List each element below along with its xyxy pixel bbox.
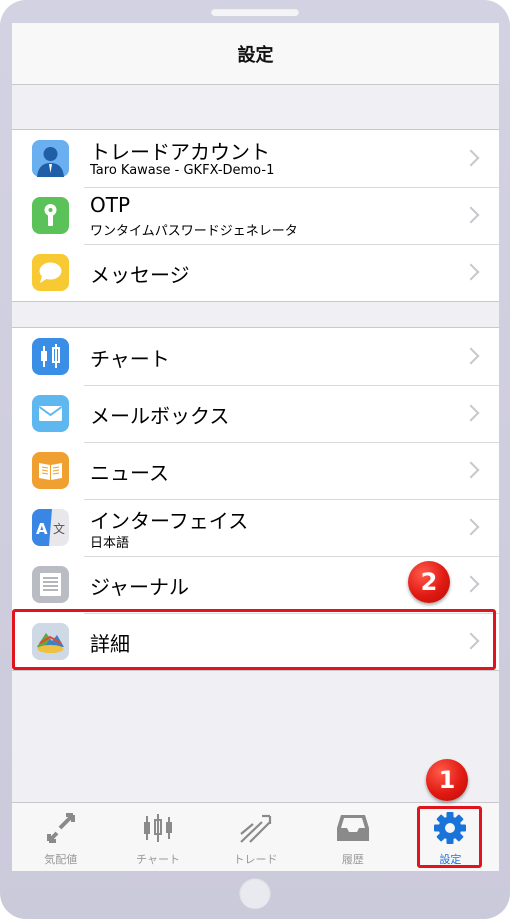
row-label: インターフェイス: [90, 509, 249, 533]
svg-text:A: A: [36, 520, 48, 538]
highlight-box-settings-tab: [417, 806, 482, 868]
tab-chart[interactable]: チャート: [109, 803, 206, 871]
device-home-button[interactable]: [239, 877, 271, 909]
chevron-right-icon: [462, 149, 480, 167]
tab-label: 履歴: [341, 853, 364, 866]
row-sublabel: ワンタイムパスワードジェネレータ: [90, 224, 298, 239]
page-title: 設定: [237, 44, 274, 66]
settings-row-interface[interactable]: A文 インターフェイス 日本語: [12, 499, 499, 556]
tab-history[interactable]: 履歴: [304, 803, 401, 871]
row-label: OTP: [90, 193, 131, 217]
chevron-right-icon: [462, 575, 480, 593]
settings-row-trade-account[interactable]: トレードアカウント Taro Kawase - GKFX-Demo-1: [12, 130, 499, 187]
tab-label: チャート: [136, 853, 181, 866]
row-sublabel: 日本語: [90, 536, 130, 551]
trade-arrows-icon: [239, 814, 271, 843]
chart-candles-icon: [144, 814, 173, 842]
message-bubble-icon: [32, 254, 69, 291]
app-screen: 設定 トレードアカウント Taro Kawase - GKFX-Demo-1 O…: [12, 23, 499, 871]
nav-bar: 設定: [12, 23, 499, 85]
row-label: ニュース: [90, 461, 169, 485]
chevron-right-icon: [462, 461, 480, 479]
chevron-right-icon: [462, 263, 480, 281]
chart-candles-icon: [32, 338, 69, 375]
otp-key-icon: [32, 197, 69, 234]
chevron-right-icon: [462, 347, 480, 365]
settings-row-mailbox[interactable]: メールボックス: [12, 385, 499, 442]
row-sublabel: Taro Kawase - GKFX-Demo-1: [90, 163, 275, 178]
quotes-arrows-icon: [46, 813, 75, 843]
chevron-right-icon: [462, 518, 480, 536]
highlight-box-details: [12, 609, 496, 670]
annotation-badge-2: 2: [408, 561, 450, 603]
tab-label: トレード: [233, 853, 278, 866]
row-label: ジャーナル: [90, 575, 189, 599]
settings-row-news[interactable]: ニュース: [12, 442, 499, 499]
row-label: メッセージ: [90, 263, 190, 287]
settings-row-messages[interactable]: メッセージ: [12, 244, 499, 301]
mail-envelope-icon: [32, 395, 69, 432]
row-label: メールボックス: [90, 404, 230, 428]
settings-row-chart[interactable]: チャート: [12, 328, 499, 385]
account-person-icon: [32, 140, 69, 177]
device-speaker: [211, 8, 299, 16]
tab-quotes[interactable]: 気配値: [12, 803, 109, 871]
settings-row-otp[interactable]: OTP ワンタイムパスワードジェネレータ: [12, 187, 499, 244]
device-frame: 設定 トレードアカウント Taro Kawase - GKFX-Demo-1 O…: [0, 0, 510, 919]
settings-group-account: トレードアカウント Taro Kawase - GKFX-Demo-1 OTP …: [12, 129, 499, 302]
svg-text:文: 文: [53, 521, 65, 536]
interface-translate-icon: A文: [32, 509, 69, 546]
tab-trade[interactable]: トレード: [207, 803, 304, 871]
row-label: トレードアカウント: [90, 140, 270, 164]
tab-label: 気配値: [44, 853, 78, 866]
chevron-right-icon: [462, 206, 480, 224]
chevron-right-icon: [462, 404, 480, 422]
row-label: チャート: [90, 347, 170, 371]
annotation-badge-1: 1: [426, 759, 468, 801]
news-book-icon: [32, 452, 69, 489]
history-inbox-icon: [336, 815, 369, 841]
journal-lines-icon: [32, 566, 69, 603]
